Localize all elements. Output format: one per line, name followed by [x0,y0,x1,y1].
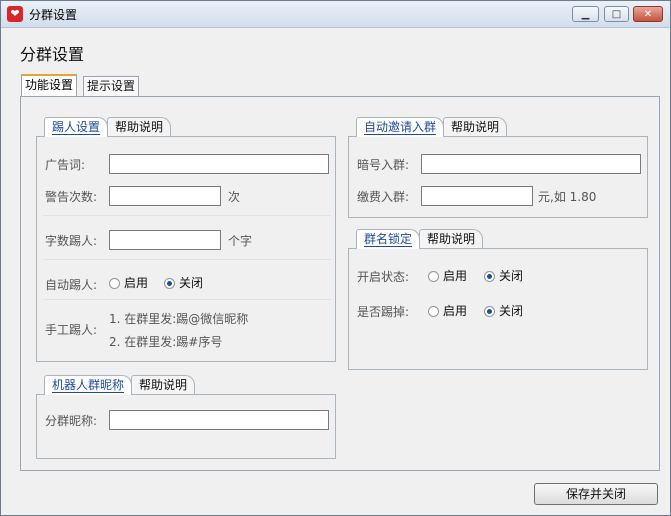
lock-kick-label: 是否踢掉: [357,305,410,319]
lock-kick-disable-label: 关闭 [499,304,524,318]
tab-kick-settings-label: 踢人设置 [52,120,101,135]
nickname-label: 分群昵称: [45,414,98,428]
kick-settings-group: 广告词: 警告次数: 次 字数踢人: 个字 自动踢人: 启用 关闭 手工踢人: … [36,136,336,362]
minimize-button[interactable]: ▁ [572,6,599,22]
char-kick-label: 字数踢人: [45,234,98,248]
tab-name-lock-label: 群名锁定 [364,232,413,247]
divider [43,299,331,300]
divider [43,259,331,260]
tab-auto-invite-label: 自动邀请入群 [364,120,437,135]
settings-window: ❤ 分群设置 ▁ □ ✕ 分群设置 功能设置 提示设置 踢人设置 帮助说明 广告… [0,0,671,516]
tab-bot-nickname[interactable]: 机器人群昵称 [44,375,133,395]
radio-unchecked-icon [428,271,439,282]
close-button[interactable]: ✕ [633,6,663,22]
auto-kick-disable-radio[interactable]: 关闭 [164,276,203,290]
radio-checked-icon [164,278,175,289]
warn-count-label: 警告次数: [45,190,98,204]
password-join-label: 暗号入群: [357,158,410,172]
tab-bot-nickname-label: 机器人群昵称 [52,378,125,393]
heart-logo-icon: ❤ [7,6,23,22]
lock-status-disable-label: 关闭 [499,269,524,283]
password-join-input[interactable] [421,154,641,174]
divider [43,215,331,216]
fee-join-label: 缴费入群: [357,190,410,204]
tab-kick-settings[interactable]: 踢人设置 [44,117,109,137]
ad-words-input[interactable] [109,154,329,174]
manual-kick-hint-1: 1. 在群里发:踢@微信昵称 [109,312,249,326]
fee-join-input[interactable] [421,186,533,206]
auto-invite-group: 暗号入群: 缴费入群: 元,如 1.80 [348,136,648,218]
client-area: 分群设置 功能设置 提示设置 踢人设置 帮助说明 广告词: 警告次数: 次 字数… [1,28,670,515]
auto-kick-enable-radio[interactable]: 启用 [109,276,148,290]
manual-kick-hint-2: 2. 在群里发:踢#序号 [109,335,223,349]
tab-bot-nickname-help[interactable]: 帮助说明 [131,375,196,395]
ad-words-label: 广告词: [45,158,86,172]
warn-count-unit: 次 [228,190,241,204]
title-bar[interactable]: ❤ 分群设置 ▁ □ ✕ [1,1,670,28]
radio-unchecked-icon [109,278,120,289]
tab-name-lock-help[interactable]: 帮助说明 [419,229,484,249]
lock-status-enable-radio[interactable]: 启用 [428,269,467,283]
manual-kick-label: 手工踢人: [45,323,98,337]
radio-checked-icon [484,306,495,317]
radio-unchecked-icon [428,306,439,317]
name-lock-group: 开启状态: 启用 关闭 是否踢掉: 启用 关闭 [348,248,648,370]
page-title: 分群设置 [20,45,85,64]
lock-kick-enable-radio[interactable]: 启用 [428,304,467,318]
tab-auto-invite-help[interactable]: 帮助说明 [443,117,508,137]
char-kick-input[interactable] [109,230,221,250]
lock-kick-enable-label: 启用 [443,304,468,318]
auto-kick-disable-label: 关闭 [179,276,204,290]
bot-nickname-group: 分群昵称: [36,394,336,459]
save-and-close-button[interactable]: 保存并关闭 [534,483,658,505]
fee-unit-hint: 元,如 1.80 [538,190,597,204]
window-title: 分群设置 [29,8,78,22]
warn-count-input[interactable] [109,186,221,206]
function-settings-panel: 踢人设置 帮助说明 广告词: 警告次数: 次 字数踢人: 个字 自动踢人: 启用… [20,96,660,471]
nickname-input[interactable] [109,410,329,430]
tab-name-lock[interactable]: 群名锁定 [356,229,421,249]
tab-prompt-settings[interactable]: 提示设置 [83,76,140,96]
auto-kick-enable-label: 启用 [124,276,149,290]
tab-auto-invite[interactable]: 自动邀请入群 [356,117,445,137]
tab-function-settings[interactable]: 功能设置 [21,74,78,96]
char-kick-unit: 个字 [228,234,253,248]
lock-status-enable-label: 启用 [443,269,468,283]
lock-status-label: 开启状态: [357,270,410,284]
maximize-button[interactable]: □ [604,6,629,22]
auto-kick-label: 自动踢人: [45,278,98,292]
radio-checked-icon [484,271,495,282]
lock-kick-disable-radio[interactable]: 关闭 [484,304,523,318]
lock-status-disable-radio[interactable]: 关闭 [484,269,523,283]
tab-kick-help[interactable]: 帮助说明 [107,117,172,137]
